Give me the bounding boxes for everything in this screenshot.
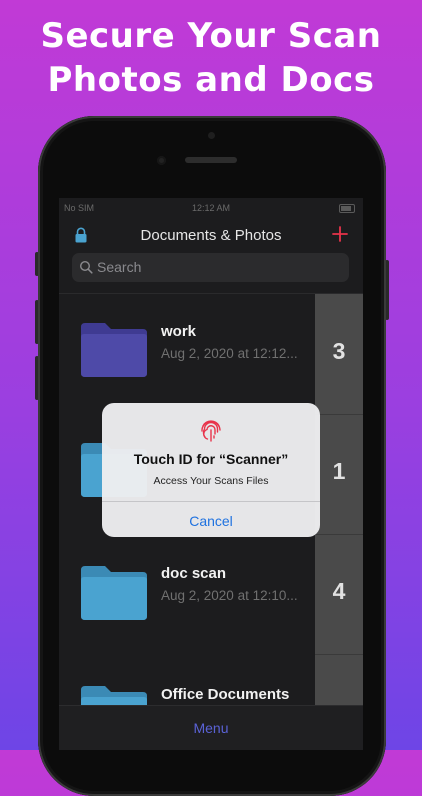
promo-headline: Secure Your Scan Photos and Docs bbox=[0, 14, 422, 102]
folder-name: work bbox=[161, 323, 197, 340]
count-cell: 4 bbox=[315, 534, 363, 655]
folder-row-doc-scan[interactable]: doc scan Aug 2, 2020 at 12:10... bbox=[59, 534, 315, 654]
fingerprint-icon bbox=[201, 420, 221, 442]
item-count: 4 bbox=[332, 578, 346, 604]
status-bar: No SIM 12:12 AM bbox=[59, 198, 363, 218]
menu-tab[interactable]: Menu bbox=[59, 720, 363, 736]
proximity-sensor bbox=[208, 132, 215, 139]
search-input[interactable]: Search bbox=[72, 253, 349, 282]
page-title: Documents & Photos bbox=[140, 227, 282, 244]
search-placeholder: Search bbox=[97, 259, 142, 275]
count-cell: 1 bbox=[315, 414, 363, 535]
folder-row-work[interactable]: work Aug 2, 2020 at 12:12... bbox=[59, 294, 315, 414]
tab-bar: Menu bbox=[59, 705, 363, 750]
item-count: 1 bbox=[332, 458, 346, 484]
count-column: 3 1 4 bbox=[315, 294, 363, 750]
status-time: 12:12 AM bbox=[191, 203, 231, 213]
folder-name: Office Documents bbox=[161, 686, 290, 703]
cancel-button[interactable]: Cancel bbox=[102, 513, 320, 529]
folder-name: doc scan bbox=[161, 565, 227, 582]
count-cell: 3 bbox=[315, 294, 363, 415]
front-camera bbox=[157, 156, 166, 165]
item-count: 3 bbox=[332, 338, 346, 364]
search-icon bbox=[79, 260, 93, 274]
alert-divider bbox=[102, 501, 320, 502]
folder-icon bbox=[81, 323, 147, 377]
plus-icon[interactable] bbox=[331, 225, 349, 243]
folder-date: Aug 2, 2020 at 12:10... bbox=[161, 588, 298, 603]
folder-date: Aug 2, 2020 at 12:12... bbox=[161, 346, 298, 361]
headline-line-2: Photos and Docs bbox=[47, 60, 375, 100]
battery-icon bbox=[339, 204, 355, 213]
navigation-bar: Documents & Photos bbox=[59, 218, 363, 250]
touch-id-alert: Touch ID for “Scanner” Access Your Scans… bbox=[102, 403, 320, 537]
headline-line-1: Secure Your Scan bbox=[40, 16, 382, 56]
earpiece-speaker bbox=[185, 157, 237, 163]
folder-icon bbox=[81, 566, 147, 620]
alert-title: Touch ID for “Scanner” bbox=[133, 451, 289, 467]
alert-message: Access Your Scans Files bbox=[153, 475, 269, 487]
